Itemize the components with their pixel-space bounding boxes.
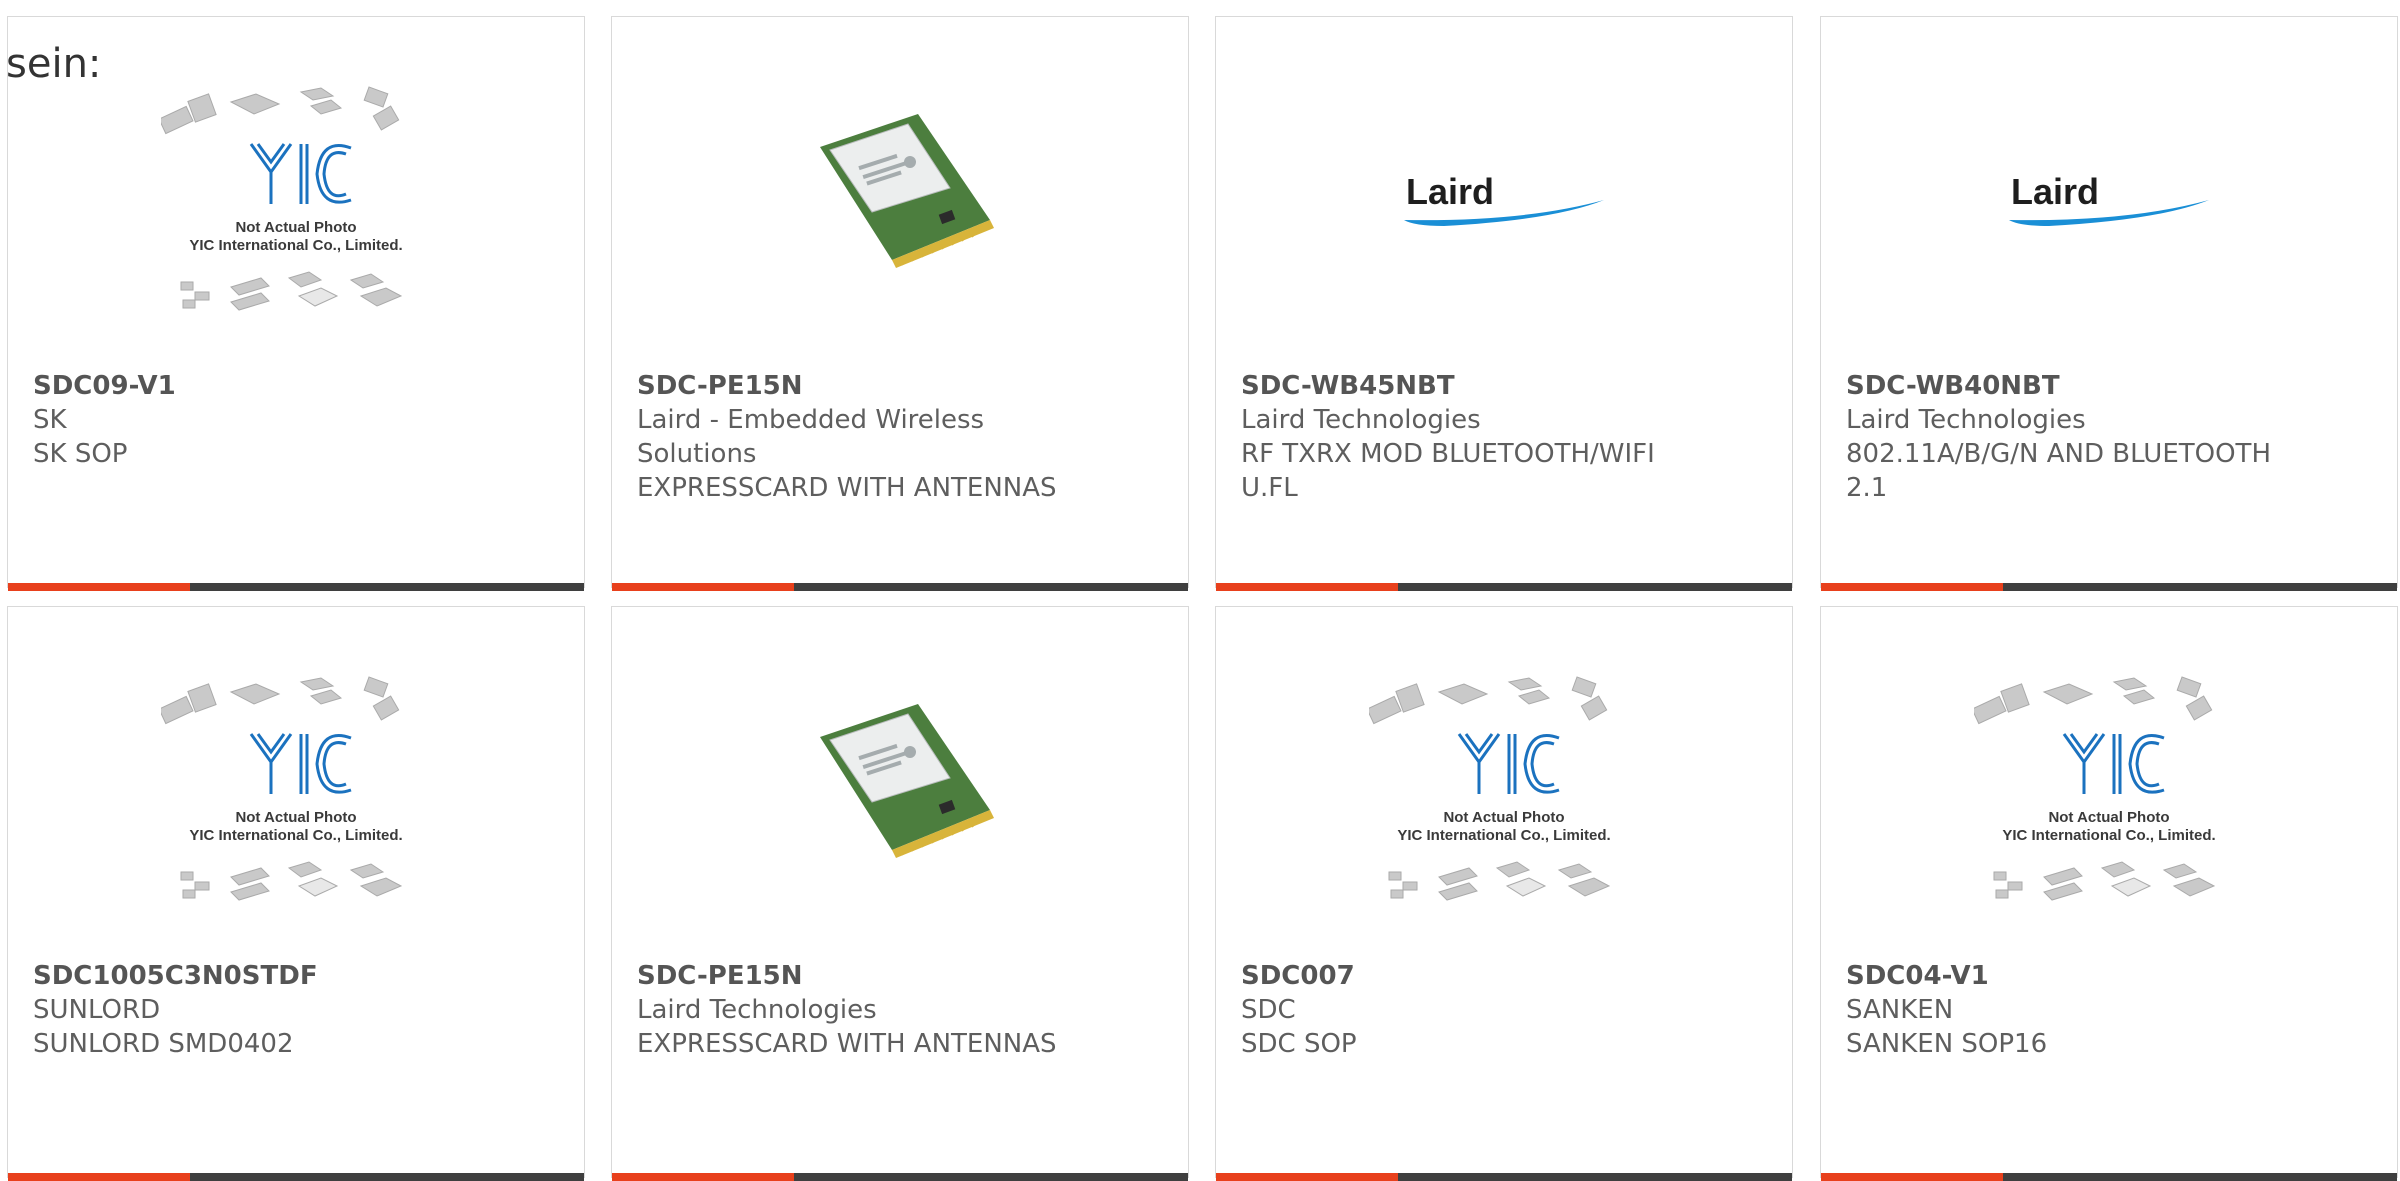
laird-logo-image: Laird — [1404, 172, 1604, 226]
part-number-link[interactable]: SDC09-V1 — [33, 369, 544, 403]
dark-segment — [794, 583, 1188, 591]
yic-placeholder-image: Not Actual Photo YIC International Co., … — [1974, 676, 2216, 901]
placeholder-caption-line2: YIC International Co., Limited. — [189, 827, 402, 844]
card-accent-bar — [8, 583, 584, 591]
description-text: SUNLORD SMD0402 — [33, 1029, 294, 1059]
product-card[interactable]: Laird SDC-WB40NBT Laird Technologies 802.1… — [1820, 16, 2398, 591]
part-number-link[interactable]: SDC007 — [1241, 959, 1752, 993]
module-card-image — [820, 114, 994, 268]
description-text: U.FL — [1241, 473, 1298, 503]
dark-segment — [2003, 1173, 2397, 1181]
laird-wordmark: Laird — [2011, 172, 2099, 212]
yic-placeholder-image: Not Actual Photo YIC International Co., … — [1369, 676, 1611, 901]
manufacturer-text: Laird Technologies — [637, 995, 877, 1025]
part-number-link[interactable]: SDC-WB45NBT — [1241, 369, 1752, 403]
product-card[interactable]: Not Actual Photo YIC International Co., … — [1215, 606, 1793, 1181]
dark-segment — [190, 583, 584, 591]
manufacturer-text: Laird Technologies — [1241, 405, 1481, 435]
description-text: 2.1 — [1846, 473, 1888, 503]
product-info: SDC09-V1 SK SK SOP — [33, 369, 544, 471]
product-card[interactable]: Not Actual Photo YIC International Co., … — [7, 16, 585, 591]
manufacturer-text: SANKEN — [1846, 995, 1954, 1025]
placeholder-caption-line2: YIC International Co., Limited. — [1397, 827, 1610, 844]
product-image[interactable] — [613, 77, 1187, 327]
product-card[interactable]: Laird SDC-WB45NBT Laird Technologies RF TX… — [1215, 16, 1793, 591]
accent-segment — [612, 1173, 794, 1181]
part-number-link[interactable]: SDC-WB40NBT — [1846, 369, 2357, 403]
manufacturer-text: SK — [33, 405, 67, 435]
placeholder-caption-line1: Not Actual Photo — [235, 809, 356, 826]
accent-segment — [8, 583, 190, 591]
card-accent-bar — [1216, 1173, 1792, 1181]
accent-segment — [1216, 583, 1398, 591]
accent-segment — [1821, 1173, 2003, 1181]
product-info: SDC007 SDC SDC SOP — [1241, 959, 1752, 1061]
description-text: SDC SOP — [1241, 1029, 1357, 1059]
product-card[interactable]: Not Actual Photo YIC International Co., … — [7, 606, 585, 1181]
product-info: SDC1005C3N0STDF SUNLORD SUNLORD SMD0402 — [33, 959, 544, 1061]
product-image[interactable]: Not Actual Photo YIC International Co., … — [9, 667, 583, 917]
product-image[interactable]: Not Actual Photo YIC International Co., … — [1822, 667, 2396, 917]
manufacturer-text: Laird - Embedded Wireless — [637, 405, 985, 435]
placeholder-caption-line1: Not Actual Photo — [235, 219, 356, 236]
product-card[interactable]: SDC-PE15N Laird Technologies EXPRESSCARD W… — [611, 606, 1189, 1181]
description-text: 802.11A/B/G/N AND BLUETOOTH — [1846, 439, 2271, 469]
dark-segment — [190, 1173, 584, 1181]
yic-placeholder-image: Not Actual Photo YIC International Co., … — [161, 86, 403, 311]
product-image[interactable]: Laird — [1822, 77, 2396, 327]
card-accent-bar — [612, 583, 1188, 591]
product-image[interactable]: Laird — [1217, 77, 1791, 327]
manufacturer-text: SDC — [1241, 995, 1296, 1025]
manufacturer-text: SUNLORD — [33, 995, 161, 1025]
card-accent-bar — [8, 1173, 584, 1181]
product-info: SDC-PE15N Laird Technologies EXPRESSCARD W… — [637, 959, 1148, 1061]
description-text: SANKEN SOP16 — [1846, 1029, 2048, 1059]
module-card-image — [820, 704, 994, 858]
part-number-link[interactable]: SDC1005C3N0STDF — [33, 959, 544, 993]
placeholder-caption-line1: Not Actual Photo — [2048, 809, 2169, 826]
intro-text: sein: — [6, 41, 102, 87]
description-text: SK SOP — [33, 439, 128, 469]
description-text: RF TXRX MOD BLUETOOTH/WIFI — [1241, 439, 1655, 469]
part-number-link[interactable]: SDC04-V1 — [1846, 959, 2357, 993]
product-image[interactable]: Not Actual Photo YIC International Co., … — [9, 77, 583, 327]
product-card[interactable]: Not Actual Photo YIC International Co., … — [1820, 606, 2398, 1181]
description-text: EXPRESSCARD WITH ANTENNAS — [637, 1029, 1057, 1059]
card-accent-bar — [1821, 1173, 2397, 1181]
part-number-link[interactable]: SDC-PE15N — [637, 369, 1148, 403]
dark-segment — [2003, 583, 2397, 591]
accent-segment — [1216, 1173, 1398, 1181]
product-info: SDC-WB40NBT Laird Technologies 802.11A/B/G… — [1846, 369, 2357, 505]
description-text: EXPRESSCARD WITH ANTENNAS — [637, 473, 1057, 503]
dark-segment — [794, 1173, 1188, 1181]
placeholder-caption-line2: YIC International Co., Limited. — [2002, 827, 2215, 844]
manufacturer-text: Laird Technologies — [1846, 405, 2086, 435]
product-card[interactable]: SDC-PE15N Laird - Embedded Wireless Soluti… — [611, 16, 1189, 591]
laird-wordmark: Laird — [1406, 172, 1494, 212]
accent-segment — [612, 583, 794, 591]
product-image[interactable]: Not Actual Photo YIC International Co., … — [1217, 667, 1791, 917]
card-accent-bar — [1821, 583, 2397, 591]
accent-segment — [1821, 583, 2003, 591]
product-info: SDC04-V1 SANKEN SANKEN SOP16 — [1846, 959, 2357, 1061]
product-info: SDC-PE15N Laird - Embedded Wireless Soluti… — [637, 369, 1148, 505]
description-text: Solutions — [637, 439, 757, 469]
card-accent-bar — [612, 1173, 1188, 1181]
accent-segment — [8, 1173, 190, 1181]
laird-logo-image: Laird — [2009, 172, 2209, 226]
product-image[interactable] — [613, 667, 1187, 917]
yic-placeholder-image: Not Actual Photo YIC International Co., … — [161, 676, 403, 901]
card-accent-bar — [1216, 583, 1792, 591]
placeholder-caption-line2: YIC International Co., Limited. — [189, 237, 402, 254]
part-number-link[interactable]: SDC-PE15N — [637, 959, 1148, 993]
dark-segment — [1398, 1173, 1792, 1181]
product-info: SDC-WB45NBT Laird Technologies RF TXRX MOD… — [1241, 369, 1752, 505]
placeholder-caption-line1: Not Actual Photo — [1443, 809, 1564, 826]
dark-segment — [1398, 583, 1792, 591]
